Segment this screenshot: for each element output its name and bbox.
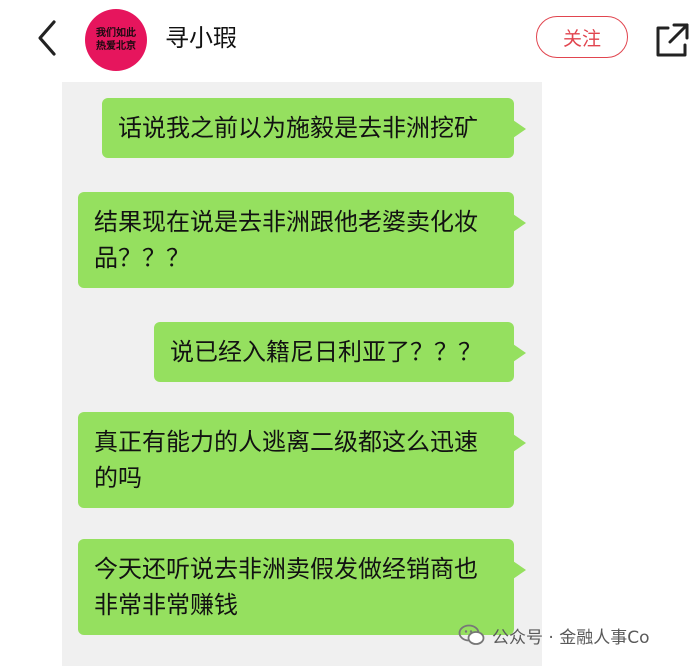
watermark: 公众号 · 金融人事Co — [458, 618, 649, 652]
follow-button[interactable]: 关注 — [536, 16, 628, 58]
chevron-left-icon — [38, 20, 56, 56]
watermark-text: 公众号 · 金融人事Co — [492, 627, 650, 648]
message-bubble: 说已经入籍尼日利亚了？？？ — [154, 322, 526, 382]
share-external-icon — [656, 23, 689, 57]
username[interactable]: 寻小瑕 — [165, 20, 237, 56]
wechat-icon — [458, 624, 485, 645]
avatar[interactable]: 我们如此 热爱北京 — [85, 9, 147, 71]
message-bubble: 话说我之前以为施毅是去非洲挖矿 — [102, 98, 526, 158]
message-bubble: 真正有能力的人逃离二级都这么迅速的吗 — [78, 412, 526, 508]
message-bubble: 结果现在说是去非洲跟他老婆卖化妆品？？？ — [78, 192, 526, 288]
share-button[interactable] — [652, 20, 692, 60]
chat-screenshot: 话说我之前以为施毅是去非洲挖矿 结果现在说是去非洲跟他老婆卖化妆品？？？ 说已经… — [62, 82, 542, 666]
back-button[interactable] — [30, 16, 70, 60]
message-bubble: 今天还听说去非洲卖假发做经销商也非常非常赚钱 — [78, 539, 526, 635]
avatar-text: 我们如此 热爱北京 — [96, 28, 136, 52]
top-bar: 我们如此 热爱北京 寻小瑕 关注 — [0, 0, 700, 80]
